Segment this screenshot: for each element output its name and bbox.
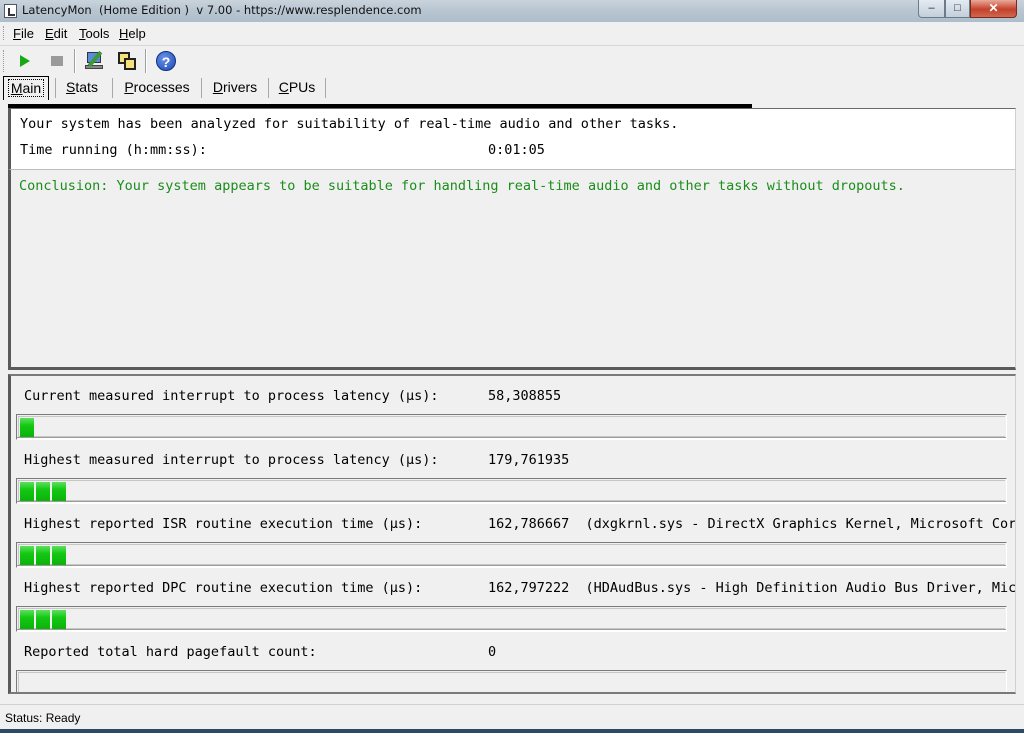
tab-separator — [268, 78, 269, 98]
computer-analyze-icon — [84, 50, 106, 72]
title-bar[interactable]: LatencyMon (Home Edition ) v 7.00 - http… — [0, 0, 1024, 22]
time-running-label: Time running (h:mm:ss): — [20, 142, 207, 158]
bar-segment — [52, 546, 66, 565]
toolbar-separator — [74, 49, 76, 73]
stat-row: Highest reported DPC routine execution t… — [11, 568, 1016, 632]
menu-file[interactable]: File — [13, 26, 34, 41]
time-running-value: 0:01:05 — [488, 142, 545, 158]
toolbar: ? — [0, 45, 1024, 75]
analyze-button[interactable] — [82, 49, 108, 73]
toolbar-separator — [145, 49, 147, 73]
bar-segment — [36, 546, 50, 565]
tab-main[interactable]: Main — [3, 76, 49, 100]
bar-segment — [20, 418, 34, 437]
menu-bar: File Edit Tools Help — [0, 22, 1024, 44]
bar-segment — [52, 610, 66, 629]
tab-separator — [112, 78, 113, 98]
copy-button[interactable] — [114, 49, 140, 73]
copy-icon — [117, 51, 137, 71]
stat-row: Reported total hard pagefault count: 0 — [11, 632, 1015, 692]
pagefault-bar — [16, 670, 1007, 692]
status-bar: Status: Ready — [0, 704, 1024, 729]
start-button[interactable] — [12, 49, 38, 73]
stop-icon — [51, 56, 63, 66]
menu-edit[interactable]: Edit — [45, 26, 67, 41]
menu-grip — [3, 26, 6, 40]
tab-separator — [325, 78, 326, 98]
latency-bar — [16, 606, 1007, 632]
stat-value: 0 — [488, 644, 497, 660]
stat-row: Highest measured interrupt to process la… — [11, 440, 1015, 504]
app-icon — [4, 4, 17, 18]
stat-label: Highest measured interrupt to process la… — [24, 452, 439, 468]
tab-strip: Main Stats Processes Drivers CPUs — [0, 76, 1024, 102]
bar-segment — [20, 482, 34, 501]
tab-processes[interactable]: Processes — [118, 76, 196, 100]
stat-label: Highest reported ISR routine execution t… — [24, 516, 423, 532]
window-title: LatencyMon (Home Edition ) v 7.00 - http… — [22, 3, 422, 17]
stat-row: Current measured interrupt to process la… — [11, 376, 1015, 440]
help-button[interactable]: ? — [153, 49, 179, 73]
tab-drivers[interactable]: Drivers — [206, 76, 264, 100]
latency-stats-panel: Current measured interrupt to process la… — [8, 374, 1016, 694]
latencymon-window: LatencyMon (Home Edition ) v 7.00 - http… — [0, 0, 1024, 733]
stop-button[interactable] — [44, 49, 70, 73]
menu-help[interactable]: Help — [119, 26, 146, 41]
bar-segment — [20, 546, 34, 565]
play-icon — [20, 55, 30, 67]
menu-tools[interactable]: Tools — [79, 26, 109, 41]
maximize-button[interactable]: □ — [945, 0, 970, 18]
tab-cpus[interactable]: CPUs — [274, 76, 320, 100]
stat-value: 162,786667 (dxgkrnl.sys - DirectX Graphi… — [488, 516, 1016, 532]
stat-value: 162,797222 (HDAudBus.sys - High Definiti… — [488, 580, 1016, 596]
tab-separator — [55, 78, 56, 98]
bar-segment — [36, 482, 50, 501]
conclusion-panel: Conclusion: Your system appears to be su… — [8, 170, 1016, 370]
minimize-button[interactable]: ‒ — [918, 0, 945, 18]
help-icon: ? — [156, 51, 176, 71]
tab-stats[interactable]: Stats — [60, 76, 104, 100]
stat-value: 58,308855 — [488, 388, 562, 404]
analysis-text: Your system has been analyzed for suitab… — [20, 116, 679, 132]
toolbar-grip — [3, 50, 6, 72]
stat-label: Current measured interrupt to process la… — [24, 388, 439, 404]
taskbar-edge — [0, 729, 1024, 733]
bar-segment — [20, 610, 34, 629]
stat-value: 179,761935 — [488, 452, 570, 468]
analysis-summary-panel: Your system has been analyzed for suitab… — [8, 108, 1016, 170]
latency-bar — [16, 478, 1007, 504]
bar-segment — [52, 482, 66, 501]
conclusion-text: Conclusion: Your system appears to be su… — [19, 178, 905, 194]
bar-segment — [36, 610, 50, 629]
latency-bar — [16, 414, 1007, 440]
stat-label: Highest reported DPC routine execution t… — [24, 580, 423, 596]
close-button[interactable]: ✕ — [970, 0, 1017, 18]
tab-separator — [201, 78, 202, 98]
stat-row: Highest reported ISR routine execution t… — [11, 504, 1016, 568]
latency-bar — [16, 542, 1007, 568]
status-text: Status: Ready — [5, 711, 81, 725]
stat-label: Reported total hard pagefault count: — [24, 644, 317, 660]
